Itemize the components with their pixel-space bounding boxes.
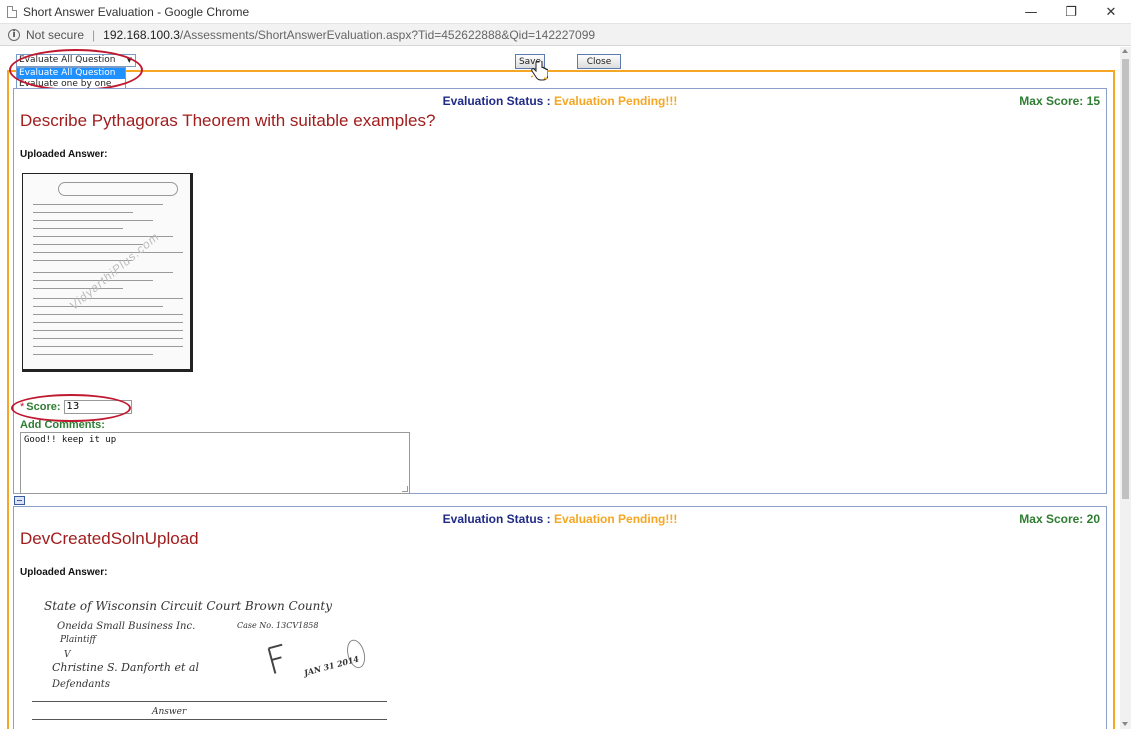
scan-line: Answer <box>152 707 187 717</box>
uploaded-answer-label: Uploaded Answer: <box>20 567 108 578</box>
uploaded-answer-label: Uploaded Answer: <box>20 149 108 160</box>
evaluation-status: Evaluation Status : Evaluation Pending!!… <box>14 512 1106 526</box>
scan-rule <box>32 701 387 702</box>
scroll-down-icon[interactable] <box>1122 722 1128 726</box>
uploaded-answer-scan[interactable]: State of Wisconsin Circuit Court Brown C… <box>22 595 392 729</box>
watermark: VidyarthiPlus.com <box>66 229 163 313</box>
comments-textarea[interactable]: Good!! keep it up <box>20 432 410 494</box>
close-window-button[interactable]: ✕ <box>1091 0 1131 24</box>
status-label: Evaluation Status : <box>442 512 551 526</box>
max-score: Max Score: 20 <box>1019 512 1100 526</box>
window-controls: — ❐ ✕ <box>1011 0 1131 24</box>
info-icon[interactable]: i <box>8 28 20 41</box>
add-comments-label: Add Comments: <box>20 419 105 431</box>
question-panel-1: Evaluation Status : Evaluation Pending!!… <box>11 88 1107 494</box>
scan-line: State of Wisconsin Circuit Court Brown C… <box>44 599 332 613</box>
scan-line: Oneida Small Business Inc. <box>57 621 196 632</box>
minimize-button[interactable]: — <box>1011 0 1051 24</box>
address-separator: | <box>92 27 96 42</box>
scan-line: Plaintiff <box>60 635 96 645</box>
vertical-scrollbar[interactable] <box>1120 47 1131 729</box>
resize-grip-icon[interactable] <box>402 486 408 492</box>
scan-line: Defendants <box>52 679 110 690</box>
scan-rule <box>32 719 387 720</box>
close-button[interactable]: Close <box>577 54 621 69</box>
url-path: /Assessments/ShortAnswerEvaluation.aspx?… <box>179 27 596 42</box>
scan-line: Case No. 13CV1858 <box>237 621 319 630</box>
annotation-circle-dropdown <box>9 49 143 91</box>
uploaded-answer-image[interactable]: VidyarthiPlus.com <box>22 173 193 372</box>
collapse-icon[interactable] <box>14 496 25 505</box>
question-panel-2: Evaluation Status : Evaluation Pending!!… <box>13 506 1107 729</box>
scan-line: Christine S. Danforth et al <box>52 661 200 674</box>
page-icon <box>7 5 17 18</box>
window-title: Short Answer Evaluation - Google Chrome <box>23 4 250 19</box>
annotation-circle-score <box>11 394 131 422</box>
scan-line: V <box>64 650 71 660</box>
status-label: Evaluation Status : <box>442 94 551 108</box>
hand-cursor-icon <box>530 61 548 81</box>
question-title: DevCreatedSolnUpload <box>20 529 199 548</box>
document-header <box>58 182 178 196</box>
address-bar[interactable]: i Not secure | 192.168.100.3/Assessments… <box>0 24 1131 46</box>
url-host: 192.168.100.3 <box>103 27 180 42</box>
status-value: Evaluation Pending!!! <box>554 94 678 108</box>
security-label: Not secure <box>26 27 85 42</box>
scroll-up-icon[interactable] <box>1122 49 1128 53</box>
max-score: Max Score: 15 <box>1019 94 1100 108</box>
page-content: Evaluate All Question ▼ Evaluate All Que… <box>0 47 1120 729</box>
restore-button[interactable]: ❐ <box>1051 0 1091 24</box>
comments-text: Good!! keep it up <box>24 435 117 445</box>
status-value: Evaluation Pending!!! <box>554 512 678 526</box>
court-stamp: JAN 31 2014 <box>266 621 378 703</box>
evaluation-status: Evaluation Status : Evaluation Pending!!… <box>14 94 1106 108</box>
question-title: Describe Pythagoras Theorem with suitabl… <box>20 111 436 130</box>
window-titlebar: Short Answer Evaluation - Google Chrome … <box>0 0 1131 24</box>
scrollbar-thumb[interactable] <box>1122 59 1129 499</box>
